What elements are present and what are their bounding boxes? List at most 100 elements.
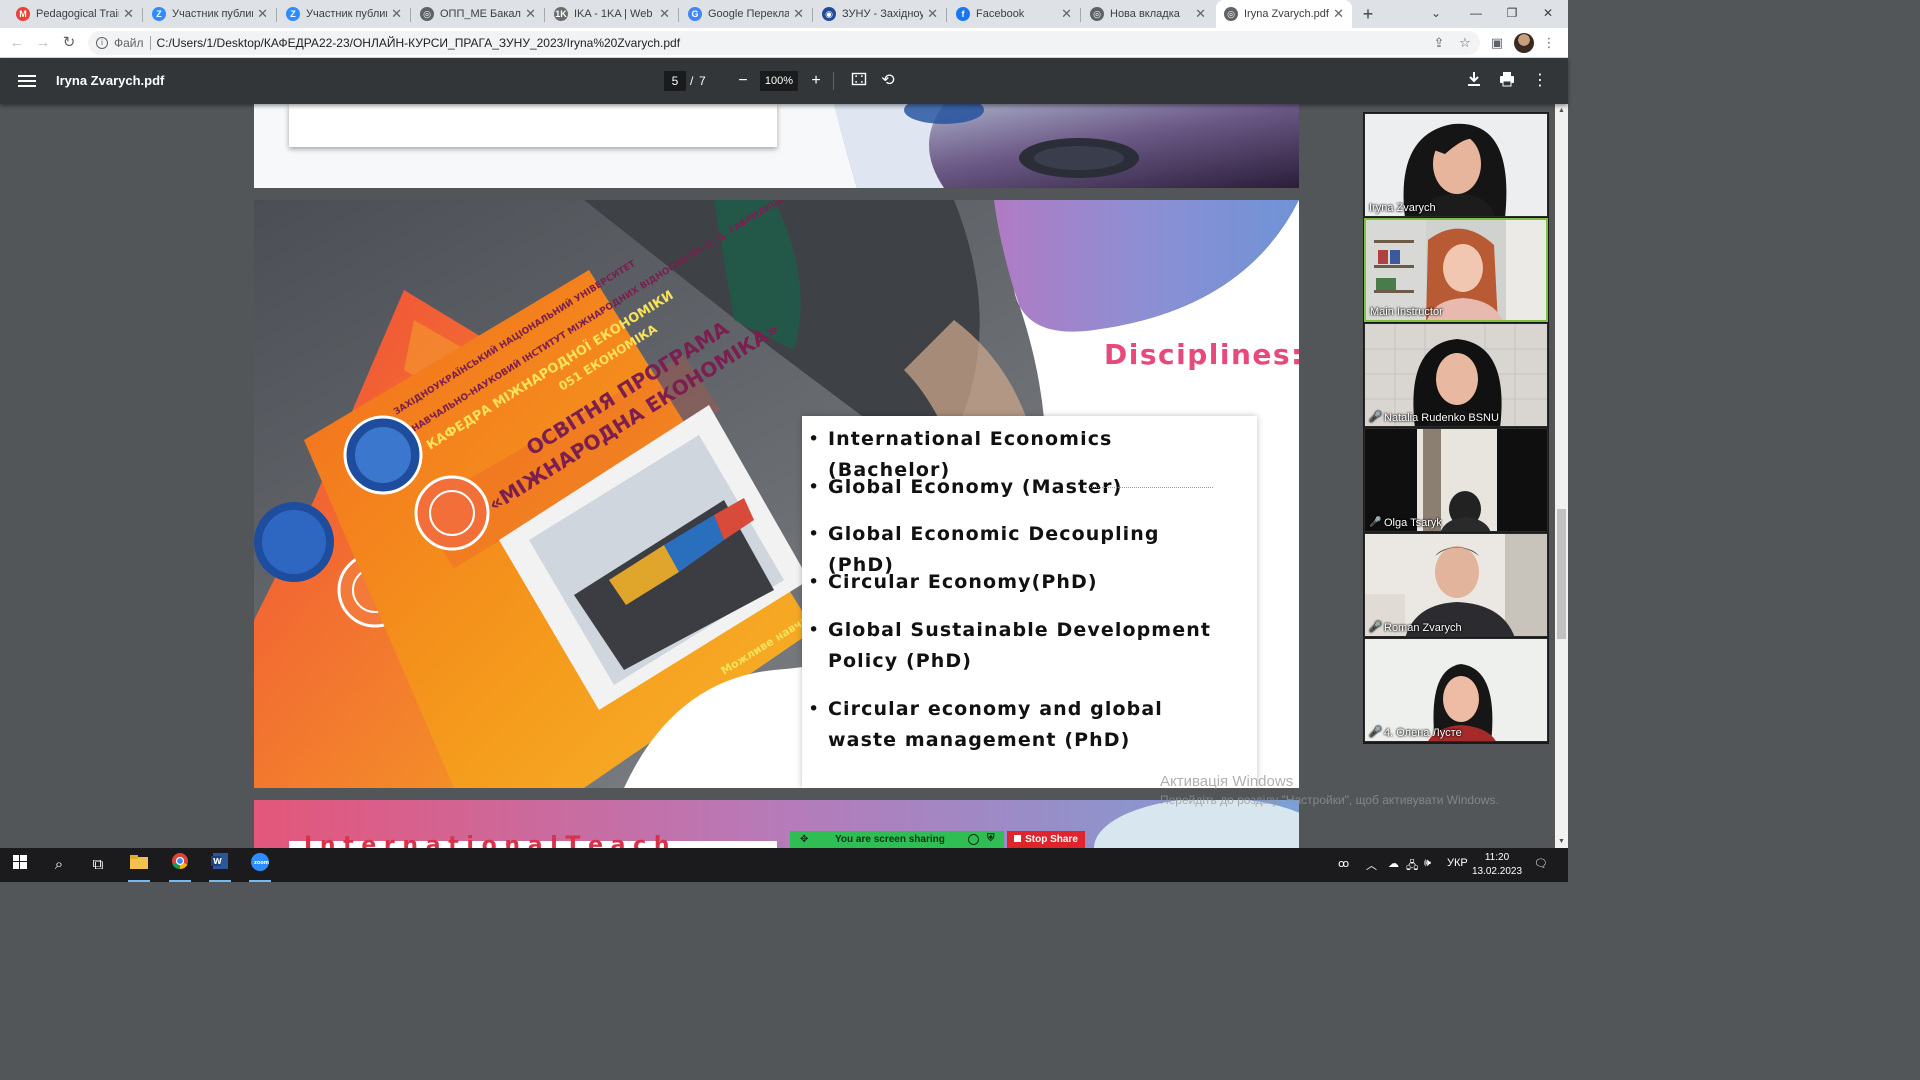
fit-page-icon[interactable] (849, 71, 869, 91)
zoom-app-icon[interactable]: zoom (243, 852, 277, 882)
participant-tile-2[interactable]: Main Instructor (1364, 218, 1548, 322)
profile-avatar[interactable] (1514, 33, 1534, 53)
system-clock[interactable]: 11:20 13.02.2023 (1468, 851, 1526, 879)
rotate-icon[interactable]: ⟲ (878, 71, 898, 91)
close-window-button[interactable]: ✕ (1528, 0, 1568, 28)
discipline-item-4: Circular Economy(PhD) (808, 567, 1233, 598)
side-panel-icon[interactable]: ▣ (1488, 34, 1506, 52)
browser-tab[interactable]: Z Участник публикаци ✕ (278, 0, 410, 28)
omnibox-divider (149, 36, 151, 50)
scroll-up-arrow-icon[interactable]: ▲ (1555, 104, 1568, 117)
participant-tile-6[interactable]: 🎤 4. Олена Лусте (1364, 638, 1548, 742)
pdf-page-6: I n t e r n a t i o n a l T e a c h (254, 800, 1299, 848)
close-tab-icon[interactable]: ✕ (659, 6, 670, 22)
svg-text:W: W (213, 857, 222, 866)
participant-tile-1[interactable]: Iryna Zvarych (1364, 113, 1548, 217)
language-indicator[interactable]: УКР (1447, 857, 1468, 869)
zoom-in-icon[interactable]: + (806, 71, 826, 91)
stop-share-button[interactable]: Stop Share (1007, 831, 1085, 849)
vertical-scrollbar[interactable]: ▲ ▼ (1555, 104, 1568, 848)
drag-handle-icon[interactable]: ✥ (800, 834, 808, 845)
slide-heading: Disciplines: (1104, 338, 1299, 371)
windows-start-icon[interactable] (3, 852, 37, 878)
pdf-menu-icon[interactable] (18, 72, 36, 90)
zoom-icon: Z (286, 7, 300, 21)
omnibox[interactable]: i Файл C:/Users/1/Desktop/КАФЕДРА22-23/О… (88, 31, 1480, 55)
muted-mic-icon: 🎤 (1369, 517, 1382, 528)
pdf-more-icon[interactable]: ⋮ (1530, 71, 1550, 91)
browser-tab[interactable]: 1K IKA - 1KA | Web survey ✕ (546, 0, 678, 28)
zoom-out-icon[interactable]: − (733, 71, 753, 91)
windows-taskbar: ⌕ ⧉ W zoom ꝏ ︿ ☁ 🖧 🕪 УКР 11:20 13.02.202… (0, 848, 1568, 882)
minimize-button[interactable]: — (1456, 0, 1496, 28)
reload-icon[interactable]: ↻ (58, 32, 80, 54)
scroll-down-arrow-icon[interactable]: ▼ (1555, 835, 1568, 848)
print-icon[interactable] (1497, 71, 1517, 91)
browser-tab[interactable]: ◎ Iryna Zvarych.pdf ✕ (1216, 0, 1352, 28)
site-info-icon[interactable]: i (96, 37, 108, 49)
close-tab-icon[interactable]: ✕ (1061, 6, 1072, 22)
pdf-viewer[interactable]: ЗАХІДНОУКРАЇНСЬКИЙ НАЦІОНАЛЬНИЙ УНІВЕРСИ… (0, 104, 1555, 848)
browser-menu-icon[interactable]: ⋮ (1540, 34, 1558, 52)
search-icon[interactable]: ⌕ (42, 852, 76, 878)
tab-title: Google Перекладач (708, 8, 790, 20)
page-number-input[interactable]: 5 (664, 71, 686, 91)
close-tab-icon[interactable]: ✕ (257, 6, 268, 22)
gmail-icon: M (16, 7, 30, 21)
participant-tile-5[interactable]: 🎤 Roman Zvarych (1364, 533, 1548, 637)
restore-button[interactable]: ❐ (1492, 0, 1532, 28)
close-tab-icon[interactable]: ✕ (525, 6, 536, 22)
address-toolbar: ← → ↻ i Файл C:/Users/1/Desktop/КАФЕДРА2… (0, 28, 1568, 58)
back-arrow-icon[interactable]: ← (6, 32, 28, 54)
browser-tab[interactable]: G Google Перекладач✕ (680, 0, 812, 28)
share-status-icon (968, 834, 979, 845)
close-tab-icon[interactable]: ✕ (123, 6, 134, 22)
file-explorer-icon[interactable] (122, 852, 156, 882)
word-icon[interactable]: W (203, 852, 237, 882)
sharing-label: You are screen sharing (835, 834, 945, 845)
tab-title: Pedagogical Trainin (36, 8, 119, 20)
participant-tile-3[interactable]: 🎤 Natalia Rudenko BSNU (1364, 323, 1548, 427)
browser-tab[interactable]: M Pedagogical Trainin ✕ (8, 0, 142, 28)
zoom-icon: Z (152, 7, 166, 21)
pdf-toolbar: Iryna Zvarych.pdf 5 / 7 − 100% + ⟲ ⋮ (0, 58, 1568, 104)
tab-title: Facebook (976, 8, 1025, 20)
bookmark-star-icon[interactable]: ☆ (1456, 34, 1474, 52)
zoom-level-input[interactable]: 100% (760, 71, 798, 91)
notifications-icon[interactable]: 🗨 (1534, 857, 1548, 870)
show-hidden-icons-chevron-icon[interactable]: ︿ (1366, 857, 1377, 873)
new-tab-button[interactable]: + (1356, 2, 1380, 26)
page-6-heading-fragment: I n t e r n a t i o n a l T e a c h (304, 833, 670, 848)
browser-tab[interactable]: Z Участник публикаци ✕ (144, 0, 276, 28)
onedrive-icon[interactable]: ☁ (1388, 857, 1399, 870)
close-tab-icon[interactable]: ✕ (927, 6, 938, 22)
screen-sharing-indicator[interactable]: ✥ You are screen sharing ⛨ (790, 831, 1004, 849)
browser-tab[interactable]: ◎ Нова вкладка ✕ (1082, 0, 1214, 28)
scrollbar-thumb[interactable] (1557, 509, 1566, 639)
network-icon[interactable]: 🖧 (1406, 857, 1418, 876)
forward-arrow-icon[interactable]: → (32, 32, 54, 54)
share-icon[interactable]: ⇪ (1430, 34, 1448, 52)
browser-tab[interactable]: ◉ ЗУНУ - Західноукраї✕ (814, 0, 946, 28)
pdf-page-5: ЗАХІДНОУКРАЇНСЬКИЙ НАЦІОНАЛЬНИЙ УНІВЕРСИ… (254, 200, 1299, 788)
tab-separator (410, 8, 411, 22)
browser-tab[interactable]: f Facebook ✕ (948, 0, 1080, 28)
dotted-rule (1085, 487, 1213, 488)
browser-tab[interactable]: ◎ ОПП_МЕ Бакалавр ✕ (412, 0, 544, 28)
close-tab-icon[interactable]: ✕ (1333, 6, 1344, 22)
close-tab-icon[interactable]: ✕ (1195, 6, 1206, 22)
volume-icon[interactable]: 🕪 (1424, 857, 1431, 870)
tab-search-icon[interactable]: ⌄ (1416, 0, 1456, 28)
toolbar-divider (833, 72, 834, 90)
chrome-icon[interactable] (163, 852, 197, 882)
clock-time: 11:20 (1484, 852, 1510, 863)
task-view-icon[interactable]: ⧉ (81, 852, 115, 878)
people-icon[interactable]: ꝏ (1338, 857, 1349, 870)
security-shield-icon[interactable]: ⛨ (987, 833, 995, 844)
close-tab-icon[interactable]: ✕ (793, 6, 804, 22)
url-text[interactable]: C:/Users/1/Desktop/КАФЕДРА22-23/ОНЛАЙН-К… (157, 36, 681, 50)
close-tab-icon[interactable]: ✕ (391, 6, 402, 22)
participant-tile-4[interactable]: 🎤 Olga Tsaryk (1364, 428, 1548, 532)
discipline-item-5: Global Sustainable Development Policy (P… (808, 615, 1233, 677)
download-icon[interactable] (1464, 71, 1484, 91)
